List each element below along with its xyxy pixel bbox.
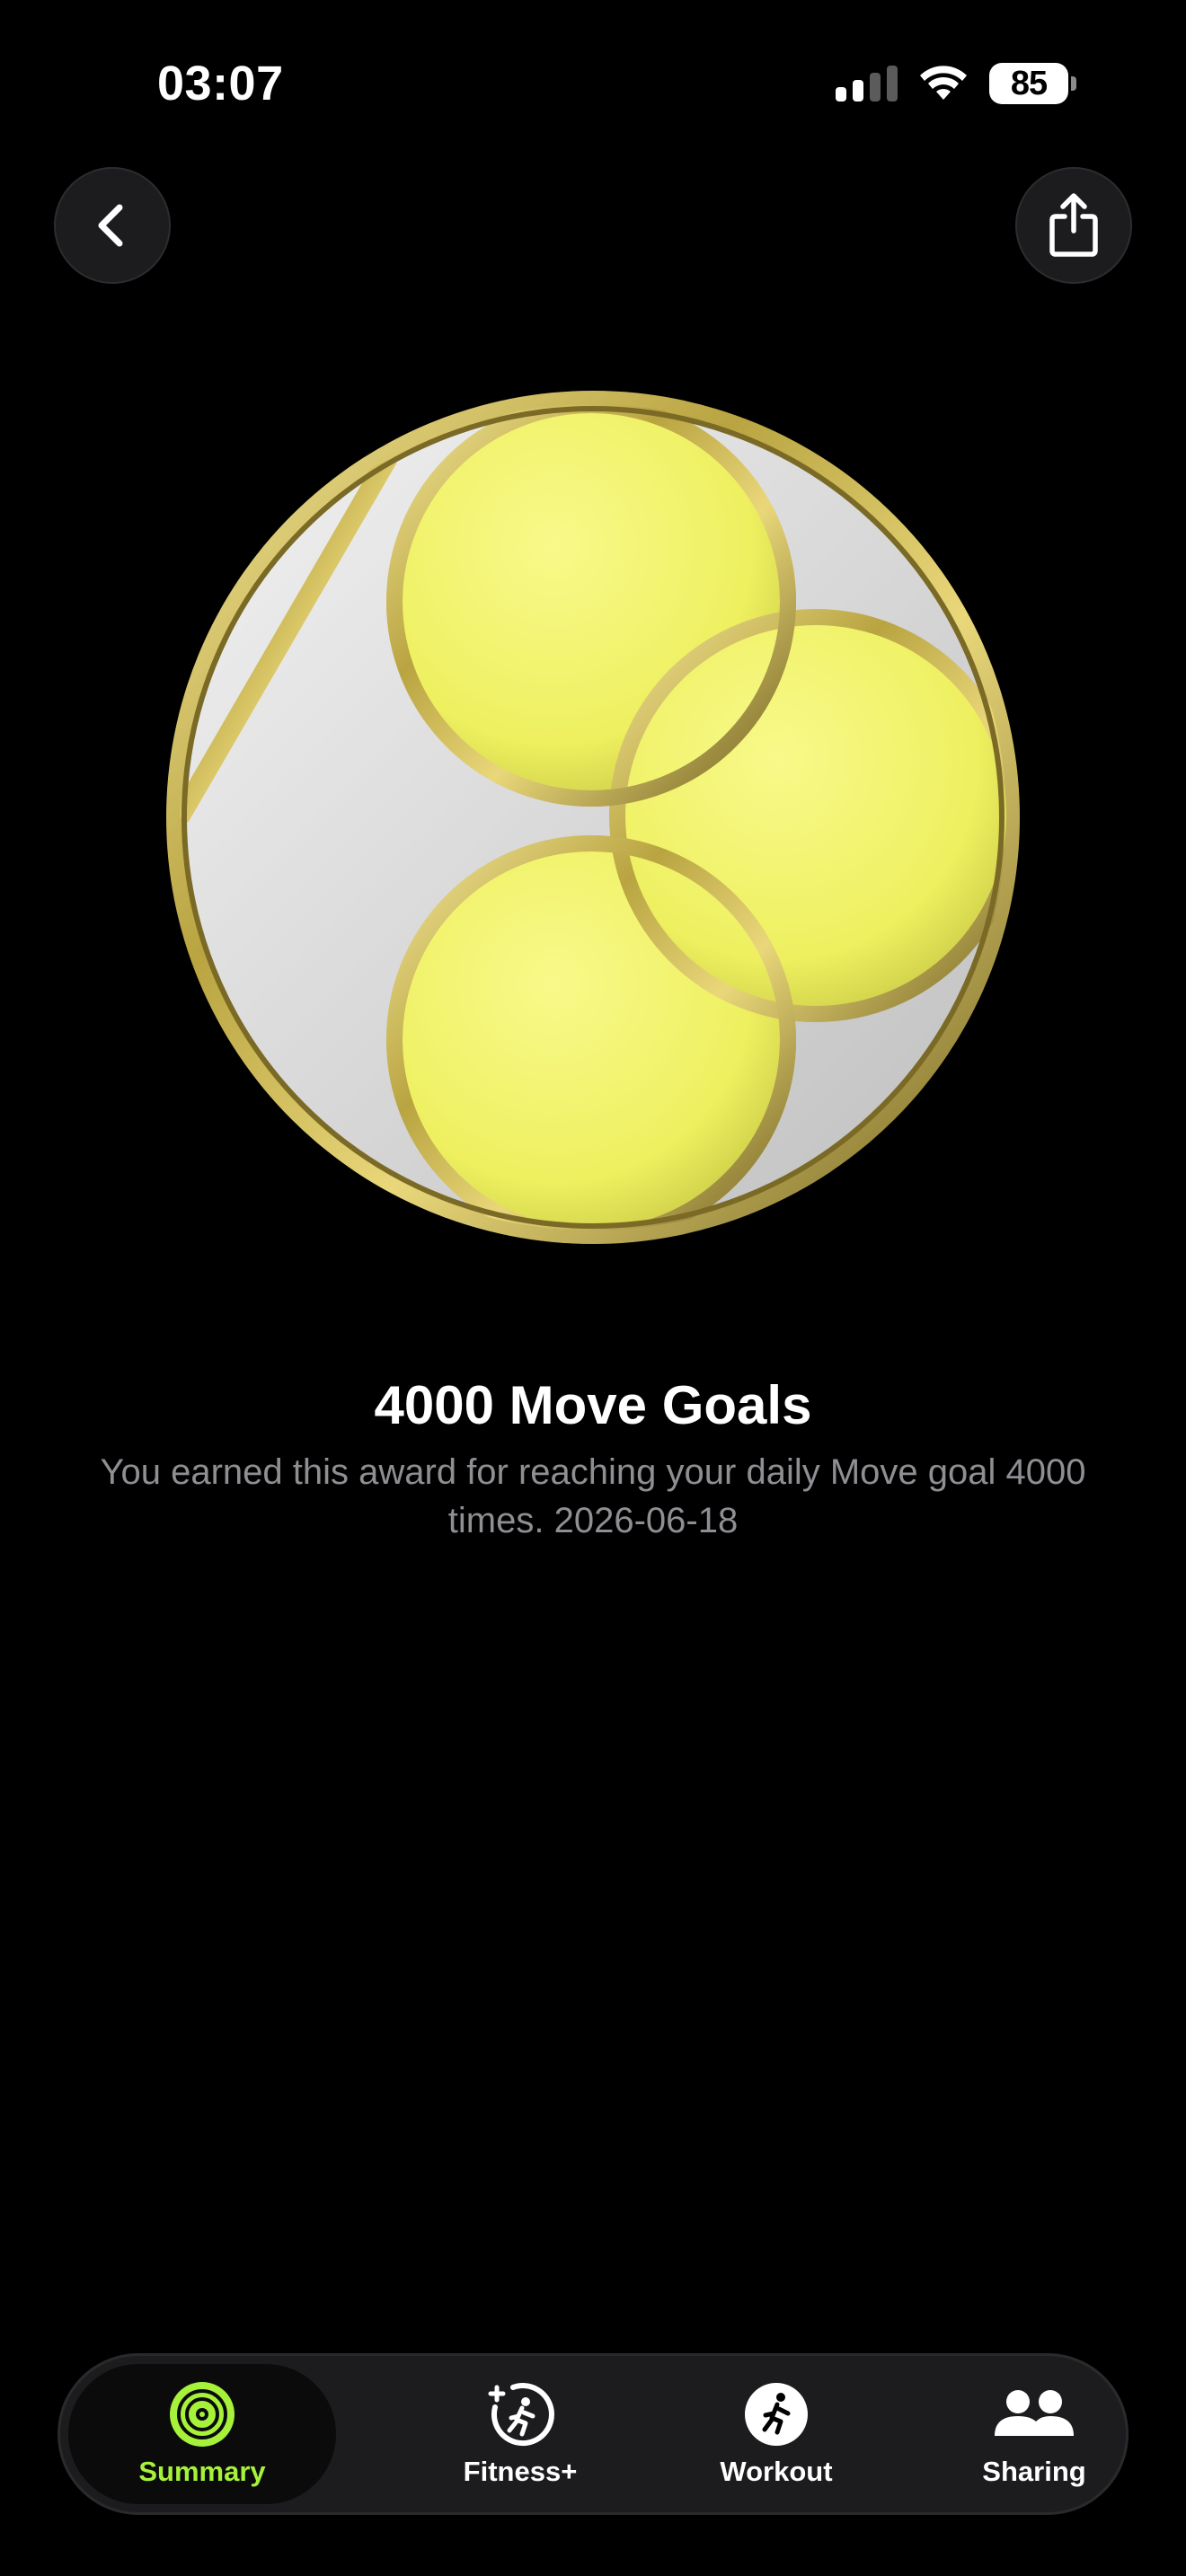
chevron-left-icon (98, 204, 123, 247)
share-button[interactable] (1015, 167, 1132, 284)
tab-fitness-plus[interactable]: Fitness+ (390, 2364, 651, 2504)
people-icon (995, 2390, 1074, 2436)
tab-workout[interactable]: Workout (646, 2364, 907, 2504)
tab-bar: Summary Fitness+ Workout Sharing (58, 2353, 1128, 2515)
tab-fitness-plus-label: Fitness+ (463, 2456, 578, 2487)
award-description: You earned this award for reaching your … (100, 1452, 1086, 1540)
share-icon (1049, 193, 1098, 257)
battery-level: 85 (989, 63, 1068, 104)
cellular-signal-icon (836, 66, 898, 101)
tab-summary[interactable]: Summary (68, 2364, 336, 2504)
battery-icon: 85 (989, 63, 1076, 104)
status-icons: 85 (836, 63, 1076, 104)
status-time: 03:07 (157, 57, 284, 110)
tab-workout-label: Workout (720, 2456, 833, 2487)
fitness-plus-icon (488, 2383, 554, 2447)
tab-summary-label: Summary (138, 2456, 266, 2487)
back-button[interactable] (54, 167, 171, 284)
running-figure-icon (745, 2383, 808, 2446)
award-medal (166, 391, 1020, 1244)
tab-sharing[interactable]: Sharing (904, 2364, 1164, 2504)
tab-sharing-label: Sharing (982, 2456, 1086, 2487)
wifi-icon (920, 66, 967, 100)
activity-rings-icon (170, 2382, 235, 2447)
award-title: 4000 Move Goals (374, 1375, 812, 1435)
